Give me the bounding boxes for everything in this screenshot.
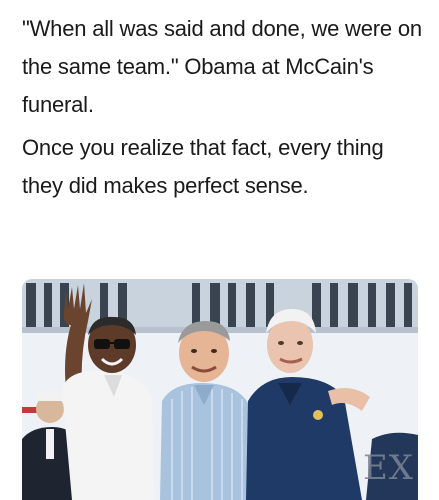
post-paragraph-comment: Once you realize that fact, every thing … xyxy=(22,135,384,198)
post-text: "When all was said and done, we were on … xyxy=(22,10,422,205)
post-paragraph-quote: "When all was said and done, we were on … xyxy=(22,16,422,117)
background-sign-text: EX xyxy=(362,448,414,488)
photo-illustration xyxy=(22,279,418,500)
post-photo: EX xyxy=(22,279,418,500)
